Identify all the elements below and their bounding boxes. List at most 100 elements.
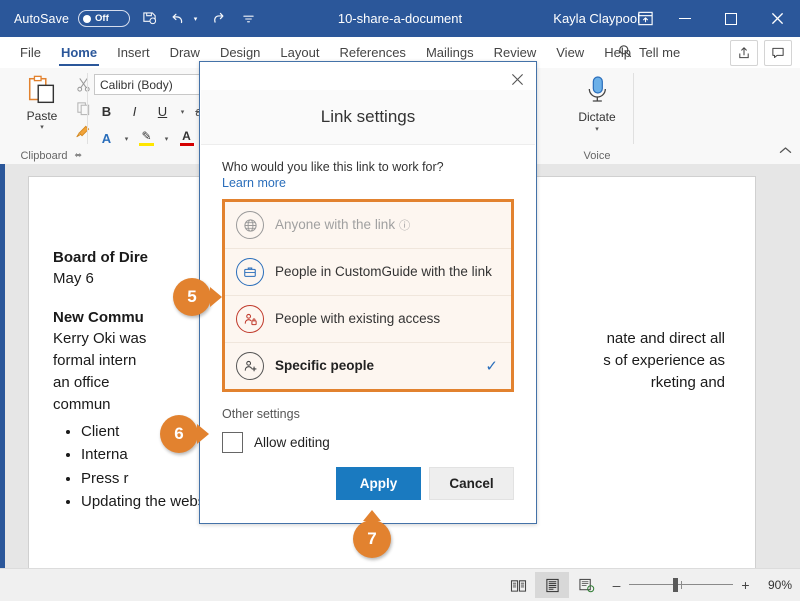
callout-number: 7	[367, 529, 377, 548]
zoom-in-button[interactable]: +	[740, 577, 751, 593]
option-anyone-with-the-link[interactable]: Anyone with the link ⓘ	[225, 202, 511, 249]
dialog-buttons: Apply Cancel	[336, 467, 514, 500]
italic-button[interactable]: I	[122, 101, 147, 122]
check-icon: ✓	[485, 358, 498, 375]
other-settings-label: Other settings	[222, 407, 300, 421]
info-icon[interactable]: ⓘ	[399, 220, 410, 232]
callout-number: 5	[187, 287, 197, 306]
callout-step-7: 7	[353, 510, 391, 558]
font-color-icon[interactable]: A	[174, 128, 199, 149]
share-icon[interactable]	[730, 40, 758, 66]
undo-dropdown-caret[interactable]: ▾	[191, 15, 200, 23]
allow-editing-label: Allow editing	[254, 435, 330, 450]
paste-caret[interactable]: ▾	[38, 123, 47, 131]
zoom-tick	[681, 581, 682, 589]
option-text: Anyone with the link	[275, 216, 396, 232]
maximize-button[interactable]	[708, 0, 754, 37]
toggle-knob	[83, 14, 92, 23]
read-mode-icon[interactable]	[501, 572, 535, 598]
allow-editing-checkbox[interactable]	[222, 432, 243, 453]
doc-line-left: formal intern	[53, 352, 137, 370]
highlight-caret[interactable]: ▾	[162, 135, 171, 143]
voice-group-label: Voice	[583, 150, 611, 162]
option-people-in-customguide[interactable]: People in CustomGuide with the link	[225, 249, 511, 296]
dialog-header: Link settings	[201, 90, 535, 145]
left-accent-bar	[0, 164, 5, 568]
tell-me-box[interactable]: Tell me	[618, 37, 680, 68]
callout-step-6: 6	[160, 415, 209, 453]
save-icon[interactable]	[139, 9, 159, 29]
dictate-caret[interactable]: ▾	[592, 125, 601, 133]
status-bar-right: – + 90%	[501, 569, 792, 601]
option-people-with-existing-access[interactable]: People with existing access	[225, 296, 511, 343]
text-effects-icon[interactable]: A	[94, 128, 119, 149]
autosave-state: Off	[95, 13, 109, 24]
doc-line-right: s of experience as	[603, 352, 725, 370]
autosave-toggle[interactable]: Off	[78, 10, 131, 27]
close-icon[interactable]	[504, 67, 530, 91]
option-label: Anyone with the link ⓘ	[275, 216, 410, 234]
autosave-label: AutoSave	[14, 11, 70, 26]
dictate-button[interactable]: Dictate ▾	[578, 74, 616, 133]
print-layout-icon[interactable]	[535, 572, 569, 598]
text-highlight-icon[interactable]: ✎	[134, 128, 159, 149]
link-settings-dialog: Link settings Who would you like this li…	[199, 61, 537, 524]
group-divider	[633, 73, 634, 144]
people-add-icon	[236, 352, 264, 380]
dictate-label: Dictate	[578, 110, 616, 124]
bold-button[interactable]: B	[94, 101, 119, 122]
ribbon-group-voice: Dictate ▾ Voice	[560, 68, 634, 164]
zoom-level-label[interactable]: 90%	[758, 578, 792, 592]
callout-step-5: 5	[173, 278, 222, 316]
paste-button[interactable]: Paste ▾	[14, 74, 70, 131]
option-specific-people[interactable]: Specific people ✓	[225, 343, 511, 389]
doc-line-left: Kerry Oki was	[53, 330, 147, 348]
zoom-out-button[interactable]: –	[611, 577, 622, 593]
user-name[interactable]: Kayla Claypool	[553, 0, 640, 37]
minimize-button[interactable]	[662, 0, 708, 37]
doc-line-right: rketing and	[650, 374, 725, 392]
underline-button[interactable]: U	[150, 101, 175, 122]
people-lock-icon	[236, 305, 264, 333]
allow-editing-row[interactable]: Allow editing	[222, 432, 514, 453]
tab-file[interactable]: File	[10, 37, 51, 68]
text-effects-caret[interactable]: ▾	[122, 135, 131, 143]
callout-number: 6	[174, 424, 184, 443]
chevron-up-icon[interactable]	[779, 146, 792, 158]
callout-tail	[197, 424, 209, 444]
clipboard-dialog-launcher[interactable]: ⬌	[74, 150, 82, 161]
tab-view[interactable]: View	[546, 37, 594, 68]
dialog-question: Who would you like this link to work for…	[222, 160, 444, 174]
callout-tail	[363, 510, 381, 521]
underline-caret[interactable]: ▾	[178, 108, 187, 116]
doc-line-left: an office	[53, 374, 110, 392]
undo-icon[interactable]	[168, 9, 188, 29]
comment-icon[interactable]	[764, 40, 792, 66]
customize-qat-icon[interactable]	[238, 9, 258, 29]
globe-icon	[236, 211, 264, 239]
briefcase-icon	[236, 258, 264, 286]
dialog-body: Who would you like this link to work for…	[200, 145, 536, 453]
title-bar: AutoSave Off ▾ 10-share-a-document Kayla…	[0, 0, 800, 37]
zoom-control: – + 90%	[611, 577, 792, 593]
doc-line-right: nate and direct all	[606, 330, 725, 348]
paste-label: Paste	[26, 109, 58, 123]
tab-home[interactable]: Home	[51, 37, 107, 68]
apply-button[interactable]: Apply	[336, 467, 421, 500]
tab-right-buttons	[730, 40, 792, 66]
tab-insert[interactable]: Insert	[107, 37, 160, 68]
ribbon-display-options-icon[interactable]	[637, 0, 654, 37]
redo-icon[interactable]	[209, 9, 229, 29]
callout-tail	[210, 287, 222, 307]
option-label: People in CustomGuide with the link	[275, 263, 492, 279]
learn-more-link[interactable]: Learn more	[222, 176, 514, 190]
zoom-thumb[interactable]	[673, 578, 678, 592]
quick-access-toolbar: AutoSave Off ▾	[14, 0, 258, 37]
option-label: People with existing access	[275, 310, 441, 326]
web-layout-icon[interactable]	[569, 572, 603, 598]
close-button[interactable]	[754, 0, 800, 37]
tell-me-label: Tell me	[639, 45, 681, 60]
zoom-slider[interactable]	[629, 578, 733, 592]
cancel-button[interactable]: Cancel	[429, 467, 514, 500]
font-name-input[interactable]: Calibri (Body)	[94, 74, 212, 95]
